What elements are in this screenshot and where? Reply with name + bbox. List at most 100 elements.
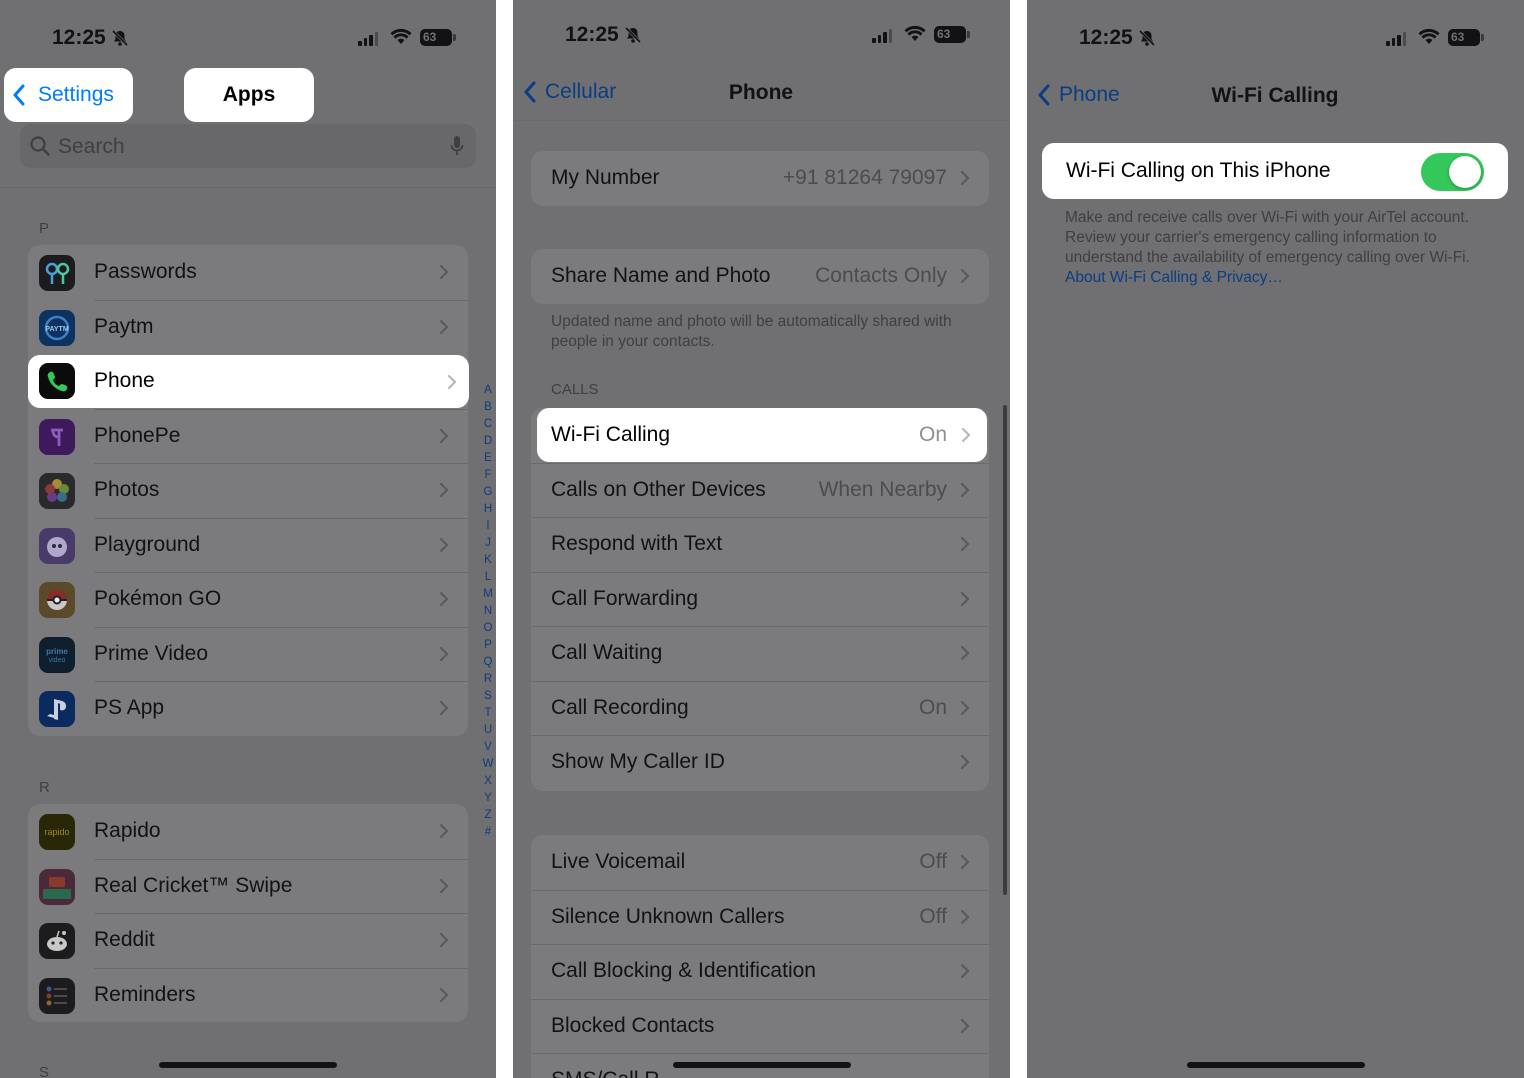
live-voicemail-row[interactable]: Live Voicemail Off	[531, 835, 989, 890]
index-letter[interactable]: Z	[480, 807, 496, 824]
app-row-reminders[interactable]: Reminders	[28, 967, 468, 1023]
index-letter[interactable]: V	[480, 739, 496, 756]
page-title: Wi-Fi Calling	[1211, 84, 1339, 107]
app-row-passwords[interactable]: Passwords	[28, 245, 468, 300]
app-row-phone[interactable]: Phone	[28, 355, 469, 408]
wifi-calling-toggle-row[interactable]: Wi-Fi Calling on This iPhone	[1042, 143, 1508, 199]
chevron-right-icon	[960, 700, 970, 715]
battery-indicator: 63	[934, 26, 970, 43]
status-time: 12:25	[1079, 26, 1133, 49]
app-row-real-cricket[interactable]: Real Cricket™ Swipe	[28, 858, 468, 914]
battery-indicator: 63	[1448, 29, 1484, 46]
index-letter[interactable]: J	[480, 535, 496, 552]
search-field[interactable]: Search	[20, 124, 476, 168]
call-forwarding-row[interactable]: Call Forwarding	[531, 571, 989, 627]
page-title: Apps	[222, 83, 276, 106]
cellular-signal-icon	[358, 32, 378, 46]
app-row-paytm[interactable]: PAYTM Paytm	[28, 299, 468, 355]
index-letter[interactable]: G	[480, 484, 496, 501]
row-value: Contacts Only	[815, 264, 947, 288]
app-row-ps-app[interactable]: PS App	[28, 681, 468, 736]
phonepe-icon	[39, 418, 75, 455]
index-letter[interactable]: X	[480, 773, 496, 790]
share-footnote: Updated name and photo will be automatic…	[551, 313, 952, 350]
index-letter[interactable]: F	[480, 467, 496, 484]
row-label: Call Forwarding	[551, 586, 699, 610]
calls-other-devices-row[interactable]: Calls on Other Devices When Nearby	[531, 462, 989, 518]
show-caller-id-row[interactable]: Show My Caller ID	[531, 735, 989, 790]
index-letter[interactable]: S	[480, 688, 496, 705]
page-title: Phone	[728, 81, 794, 104]
app-label: Reminders	[94, 982, 196, 1006]
my-number-row[interactable]: My Number +91 81264 79097	[531, 151, 989, 206]
page-title-box: Apps	[184, 68, 314, 122]
index-letter[interactable]: E	[480, 450, 496, 467]
call-waiting-row[interactable]: Call Waiting	[531, 626, 989, 681]
row-label: Call Recording	[551, 695, 689, 719]
index-letter[interactable]: M	[480, 586, 496, 603]
index-letter[interactable]: H	[480, 501, 496, 518]
blocked-contacts-row[interactable]: Blocked Contacts	[531, 998, 989, 1054]
chevron-right-icon	[439, 483, 449, 498]
microphone-icon[interactable]	[450, 135, 464, 157]
app-row-phonepe[interactable]: PhonePe	[28, 408, 468, 464]
index-letter[interactable]: A	[480, 382, 496, 399]
index-letter[interactable]: N	[480, 603, 496, 620]
section-header-p: P	[39, 220, 50, 237]
row-label: Calls on Other Devices	[551, 477, 766, 501]
status-bar: 12:25 63	[1027, 26, 1524, 54]
index-letter[interactable]: B	[480, 399, 496, 416]
chevron-right-icon	[960, 482, 970, 497]
chevron-right-icon	[960, 964, 970, 979]
index-letter[interactable]: U	[480, 722, 496, 739]
wifi-calling-toggle[interactable]	[1421, 153, 1484, 191]
svg-text:video: video	[49, 657, 66, 664]
home-indicator[interactable]	[672, 1062, 851, 1068]
real-cricket-icon	[39, 868, 75, 905]
app-row-pokemon-go[interactable]: Pokémon GO	[28, 572, 468, 627]
chevron-right-icon	[439, 824, 449, 839]
privacy-link[interactable]: About Wi-Fi Calling & Privacy…	[1065, 269, 1283, 286]
phone-icon	[39, 363, 75, 399]
call-blocking-row[interactable]: Call Blocking & Identification	[531, 944, 989, 999]
home-indicator[interactable]	[1186, 1062, 1365, 1068]
chevron-right-icon	[439, 646, 449, 661]
chevron-right-icon	[960, 909, 970, 924]
chevron-right-icon	[439, 592, 449, 607]
index-letter[interactable]: Y	[480, 790, 496, 807]
call-recording-row[interactable]: Call Recording On	[531, 680, 989, 736]
app-row-photos[interactable]: Photos	[28, 463, 468, 518]
silence-unknown-callers-row[interactable]: Silence Unknown Callers Off	[531, 889, 989, 945]
calls-group: Calls on Other Devices When Nearby Respo…	[531, 408, 989, 791]
index-letter[interactable]: T	[480, 705, 496, 722]
index-letter[interactable]: O	[480, 620, 496, 637]
index-letter[interactable]: #	[480, 824, 496, 841]
respond-with-text-row[interactable]: Respond with Text	[531, 517, 989, 572]
index-letter[interactable]: D	[480, 433, 496, 450]
index-letter[interactable]: L	[480, 569, 496, 586]
silent-bell-icon	[1138, 29, 1156, 47]
alphabet-index[interactable]: A B C D E F G H I J K L M N O P Q R S T U V W X Y Z #	[480, 382, 496, 841]
app-row-prime-video[interactable]: prime video Prime Video	[28, 626, 468, 682]
chevron-right-icon	[439, 537, 449, 552]
back-button[interactable]: Settings	[4, 68, 133, 122]
app-label: PS App	[94, 696, 165, 720]
index-letter[interactable]: I	[480, 518, 496, 535]
back-button[interactable]: Phone	[1037, 83, 1120, 107]
index-letter[interactable]: K	[480, 552, 496, 569]
home-indicator[interactable]	[159, 1062, 337, 1068]
row-value: On	[918, 423, 947, 446]
scroll-indicator[interactable]	[1003, 405, 1007, 895]
index-letter[interactable]: W	[480, 756, 496, 773]
index-letter[interactable]: P	[480, 637, 496, 654]
back-button[interactable]: Cellular	[523, 80, 616, 104]
index-letter[interactable]: C	[480, 416, 496, 433]
wifi-calling-row[interactable]: Wi-Fi Calling On	[537, 408, 987, 462]
app-row-playground[interactable]: Playground	[28, 517, 468, 573]
share-name-photo-row[interactable]: Share Name and Photo Contacts Only	[531, 249, 989, 304]
index-letter[interactable]: Q	[480, 654, 496, 671]
index-letter[interactable]: R	[480, 671, 496, 688]
paytm-icon: PAYTM	[39, 309, 75, 346]
app-row-rapido[interactable]: rapido Rapido	[28, 804, 468, 859]
app-row-reddit[interactable]: Reddit	[28, 913, 468, 968]
